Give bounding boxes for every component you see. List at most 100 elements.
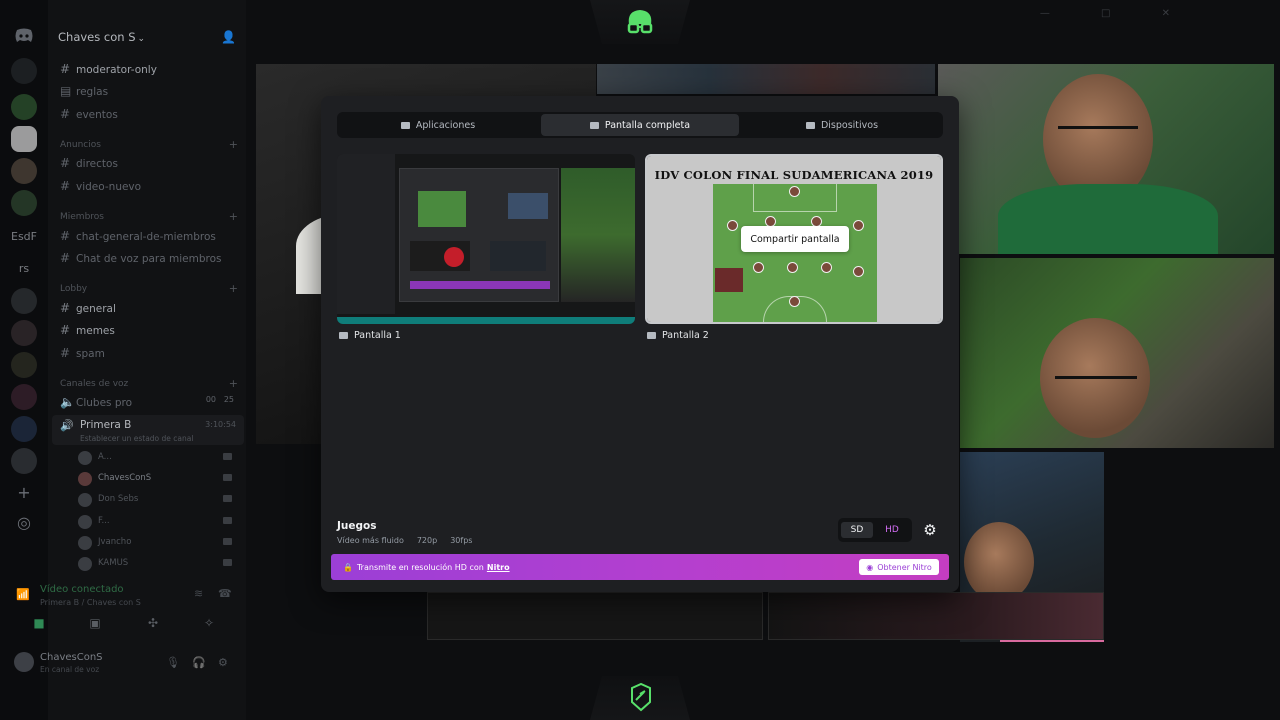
tab-devices[interactable]: Dispositivos [743,114,941,136]
avatar[interactable] [14,652,34,672]
server-label[interactable]: rs [4,262,44,275]
voice-status-channel[interactable]: Primera B / Chaves con S [40,598,141,607]
add-channel-icon[interactable]: + [229,210,238,223]
microphone-icon[interactable]: 🎙 [166,656,180,669]
category-header[interactable]: Canales de voz + [60,377,238,393]
activities-icon[interactable]: ✣ [140,616,166,636]
channel-item[interactable]: # eventos [60,107,240,125]
camera-toggle-icon[interactable]: ■ [26,616,52,636]
brand-tab [590,0,690,44]
screen-share-icon[interactable]: ▣ [82,616,108,636]
channel-label: chat-general-de-miembros [76,231,216,243]
server-avatar[interactable] [11,58,37,84]
server-avatar[interactable] [11,384,37,410]
voice-member[interactable]: Don Sebs [78,492,238,508]
channel-item[interactable]: ▤ reglas [60,84,240,102]
settings-gear-icon[interactable]: ⚙ [218,656,228,669]
channel-label: directos [76,158,118,170]
category-label: Miembros [60,212,104,222]
category-label: Anuncios [60,140,101,150]
noise-suppression-icon[interactable]: ≋ [194,587,203,600]
tab-fullscreen[interactable]: Pantalla completa [541,114,739,136]
monitor-icon [339,331,348,339]
channel-item[interactable]: # moderator-only [60,62,240,80]
channel-item[interactable]: # memes [60,323,240,341]
username[interactable]: ChavesConS [40,652,103,663]
invite-icon[interactable]: 👤 [221,30,236,44]
voice-member[interactable]: KAMUS [78,556,238,572]
screen-label: Pantalla 2 [647,328,709,342]
video-tile[interactable] [960,258,1274,448]
explore-servers-icon[interactable]: ◎ [11,510,37,536]
voice-member[interactable]: ChavesConS [78,471,238,487]
window-controls[interactable]: — □ ✕ [1040,8,1194,19]
server-avatar[interactable] [11,94,37,120]
share-screen-button[interactable]: Compartir pantalla [741,226,849,252]
voice-status-title[interactable]: Vídeo conectado [40,584,124,595]
server-avatar[interactable] [11,416,37,442]
channel-item[interactable]: # chat-general-de-miembros [60,229,240,247]
server-avatar[interactable] [11,320,37,346]
user-panel: ChavesConS En canal de voz 🎙 🎧 ⚙ [10,648,246,682]
server-header[interactable]: Chaves con S ⌄ [58,30,238,48]
server-avatar[interactable] [11,288,37,314]
headphones-icon[interactable]: 🎧 [192,656,206,669]
stream-preset[interactable]: Juegos Vídeo más fluido 720p 30fps [337,520,472,545]
voice-member[interactable]: F... [78,514,238,530]
video-tile[interactable] [597,64,935,94]
add-channel-icon[interactable]: + [229,377,238,390]
video-tile[interactable] [938,64,1274,254]
category-header[interactable]: Miembros + [60,210,238,226]
preset-mode: Vídeo más fluido [337,536,404,545]
channel-label: Chat de voz para miembros [76,253,222,265]
discord-logo-icon[interactable] [12,28,36,46]
category-header[interactable]: Anuncios + [60,138,238,154]
category-header[interactable]: Lobby + [60,282,238,298]
channel-item[interactable]: # general [60,301,240,319]
nitro-link[interactable]: Nitro [487,563,510,572]
quality-hd-button[interactable]: HD [876,522,908,538]
source-tabs: Aplicaciones Pantalla completa Dispositi… [337,112,943,138]
get-nitro-button[interactable]: ◉ Obtener Nitro [859,559,939,575]
screen-option-2[interactable]: IDV COLON FINAL SUDAMERICANA 2019 Compar… [645,154,943,324]
active-voice-channel[interactable]: 🔊 Primera B Establecer un estado de cana… [52,415,244,445]
server-avatar[interactable] [11,352,37,378]
channel-item[interactable]: # video-nuevo [60,179,240,197]
camera-icon [805,121,815,129]
speaker-icon: 🔈 [60,395,75,409]
add-channel-icon[interactable]: + [229,138,238,151]
screen-option-1[interactable] [337,154,635,324]
server-label[interactable]: EsdF [4,230,44,243]
voice-channel-item[interactable]: 🔈Clubes pro 00 25 [60,395,240,413]
disconnect-icon[interactable]: ☎ [218,587,232,600]
soundboard-icon[interactable]: ✧ [196,616,222,636]
channel-label: reglas [76,86,109,98]
preview-title: IDV COLON FINAL SUDAMERICANA 2019 [654,168,934,182]
quality-sd-button[interactable]: SD [841,522,873,538]
channel-label: memes [76,325,115,337]
server-avatar[interactable] [11,126,37,152]
avatar [78,493,92,507]
signal-icon[interactable]: 📶 [16,588,30,601]
voice-timer: 3:10:54 [205,420,236,429]
channel-item[interactable]: # Chat de voz para miembros [60,251,240,269]
camera-icon [223,559,232,566]
video-tile[interactable] [768,592,1104,640]
channel-status-hint[interactable]: Establecer un estado de canal [80,434,193,443]
voice-member[interactable]: A... [78,450,238,466]
channel-item[interactable]: # directos [60,156,240,174]
server-avatar[interactable] [11,448,37,474]
channel-item[interactable]: # spam [60,346,240,364]
user-status: En canal de voz [40,665,100,674]
tab-applications[interactable]: Aplicaciones [339,114,537,136]
voice-member[interactable]: Jvancho [78,535,238,551]
hash-icon: # [60,346,71,360]
video-tile[interactable] [427,592,763,640]
server-avatar[interactable] [11,190,37,216]
server-avatar[interactable] [11,158,37,184]
stream-settings-gear-icon[interactable]: ⚙ [919,519,941,541]
add-channel-icon[interactable]: + [229,282,238,295]
add-server-icon[interactable]: + [11,480,37,506]
participant-video [1055,376,1137,379]
hash-icon: # [60,251,71,265]
